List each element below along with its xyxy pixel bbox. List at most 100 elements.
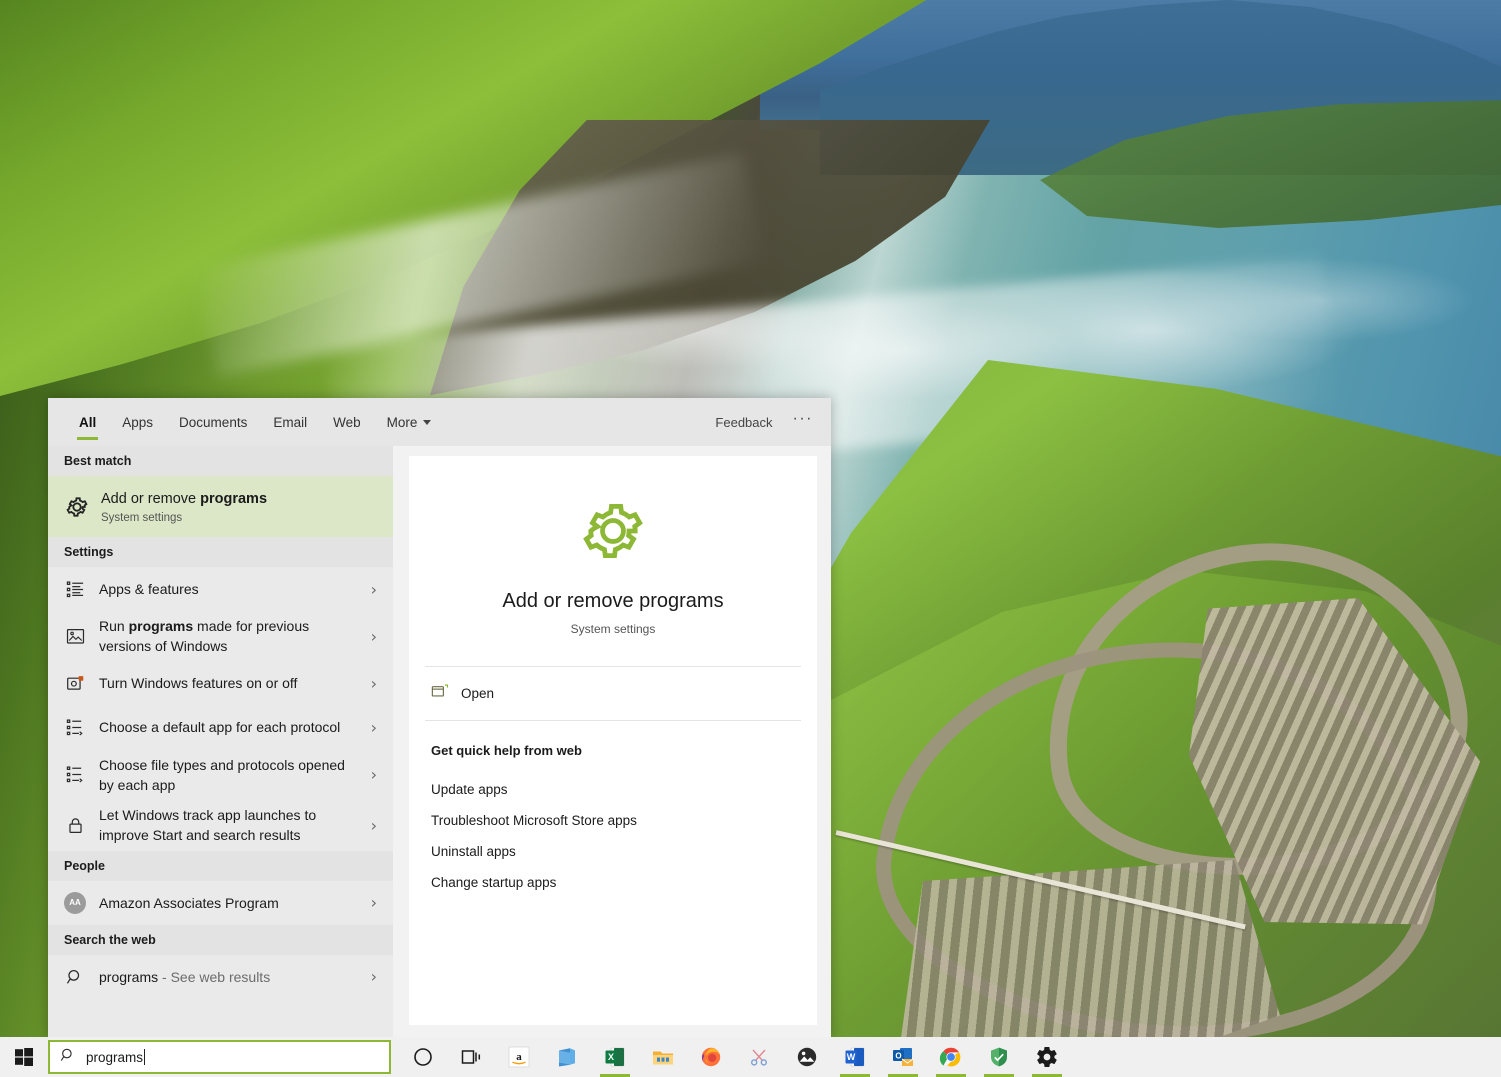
taskbar-item-file-explorer[interactable] bbox=[639, 1037, 687, 1077]
photo-viewer-icon bbox=[797, 1047, 817, 1067]
word-icon: W bbox=[845, 1047, 865, 1067]
chevron-down-icon bbox=[423, 419, 432, 425]
chevron-right-icon: › bbox=[370, 718, 377, 738]
result-settings-run-programs-compatibility[interactable]: Run programs made for previous versions … bbox=[48, 611, 393, 662]
search-results-body: Best match Add or remove programs System… bbox=[48, 446, 831, 1039]
taskbar-item-firefox[interactable] bbox=[687, 1037, 735, 1077]
taskbar-item-photo-viewer[interactable] bbox=[783, 1037, 831, 1077]
outlook-icon: O bbox=[893, 1048, 914, 1066]
result-settings-text: Choose a default app for each protocol bbox=[99, 717, 356, 737]
tab-email-label: Email bbox=[273, 414, 308, 430]
tab-apps[interactable]: Apps bbox=[109, 398, 166, 446]
security-shield-icon bbox=[991, 1047, 1007, 1067]
taskbar-item-task-view[interactable] bbox=[447, 1037, 495, 1077]
taskbar-item-settings[interactable] bbox=[1023, 1037, 1071, 1077]
tab-all[interactable]: All bbox=[66, 398, 109, 446]
excel-icon: X bbox=[605, 1047, 625, 1067]
tab-web-label: Web bbox=[333, 414, 361, 430]
preview-pane: Add or remove programs System settings O… bbox=[393, 446, 831, 1039]
cortana-icon bbox=[414, 1048, 432, 1066]
result-best-match-subtitle: System settings bbox=[101, 511, 183, 524]
taskbar-item-security[interactable] bbox=[975, 1037, 1023, 1077]
result-people-title: Amazon Associates Program bbox=[99, 894, 279, 911]
taskbar-item-snip-sketch[interactable] bbox=[735, 1037, 783, 1077]
header-actions: Feedback ··· bbox=[715, 398, 831, 446]
svg-text:X: X bbox=[608, 1052, 614, 1062]
search-icon bbox=[60, 1047, 76, 1068]
section-header-search-the-web: Search the web bbox=[48, 924, 393, 955]
windows-features-icon bbox=[62, 671, 88, 697]
chrome-icon bbox=[939, 1047, 961, 1067]
result-best-match-title: Add or remove programs bbox=[101, 491, 268, 508]
list-settings-icon bbox=[62, 576, 88, 602]
svg-text:W: W bbox=[847, 1052, 856, 1062]
result-people-amazon-associates-program[interactable]: AA Amazon Associates Program › bbox=[48, 881, 393, 925]
result-settings-title: Turn Windows features on or off bbox=[99, 675, 298, 692]
results-list[interactable]: Best match Add or remove programs System… bbox=[48, 446, 393, 1039]
quick-help-title: Get quick help from web bbox=[431, 743, 582, 758]
store-reader-icon bbox=[559, 1048, 575, 1067]
svg-text:a: a bbox=[516, 1051, 522, 1063]
taskbar-item-excel[interactable]: X bbox=[591, 1037, 639, 1077]
more-options-icon[interactable]: ··· bbox=[793, 410, 813, 434]
result-settings-title: Apps & features bbox=[99, 580, 199, 597]
taskbar-icons: a X W O bbox=[399, 1037, 1071, 1077]
quick-help-link-change-startup-apps[interactable]: Change startup apps bbox=[431, 867, 817, 898]
taskbar-item-reader[interactable] bbox=[543, 1037, 591, 1077]
chevron-right-icon: › bbox=[370, 893, 377, 913]
result-settings-turn-windows-features[interactable]: Turn Windows features on or off › bbox=[48, 662, 393, 706]
tab-web[interactable]: Web bbox=[320, 398, 374, 446]
result-settings-title: Let Windows track app launches to improv… bbox=[99, 807, 317, 844]
taskbar-item-word[interactable]: W bbox=[831, 1037, 879, 1077]
result-settings-text: Run programs made for previous versions … bbox=[99, 616, 356, 657]
preview-title: Add or remove programs bbox=[502, 590, 724, 612]
chevron-right-icon: › bbox=[370, 815, 377, 835]
tab-documents-label: Documents bbox=[179, 414, 248, 430]
file-explorer-icon bbox=[653, 1051, 673, 1065]
compat-window-icon bbox=[62, 623, 88, 649]
task-view-icon bbox=[461, 1050, 481, 1064]
search-input[interactable]: programs bbox=[86, 1049, 146, 1065]
settings-gear-icon bbox=[1037, 1046, 1057, 1067]
result-settings-default-app-protocol[interactable]: Choose a default app for each protocol › bbox=[48, 706, 393, 750]
preview-card: Add or remove programs System settings O… bbox=[409, 456, 817, 1025]
result-settings-file-types-protocols[interactable]: Choose file types and protocols opened b… bbox=[48, 750, 393, 801]
tab-apps-label: Apps bbox=[122, 414, 154, 430]
result-settings-title: Choose a default app for each protocol bbox=[99, 719, 341, 736]
desktop: All Apps Documents Email Web More Feedba… bbox=[0, 0, 1501, 1077]
feedback-button[interactable]: Feedback bbox=[715, 415, 772, 430]
taskbar-item-outlook[interactable]: O bbox=[879, 1037, 927, 1077]
search-icon bbox=[62, 964, 88, 990]
chevron-right-icon: › bbox=[370, 579, 377, 599]
result-settings-text: Choose file types and protocols opened b… bbox=[99, 755, 356, 796]
gear-icon bbox=[583, 503, 643, 559]
taskbar-item-chrome[interactable] bbox=[927, 1037, 975, 1077]
result-settings-track-app-launches[interactable]: Let Windows track app launches to improv… bbox=[48, 800, 393, 851]
tab-all-label: All bbox=[79, 414, 97, 430]
taskbar: programs a X W O bbox=[0, 1037, 1501, 1077]
chevron-right-icon: › bbox=[370, 967, 377, 987]
search-flyout-panel: All Apps Documents Email Web More Feedba… bbox=[48, 398, 831, 1039]
quick-help-link-update-apps[interactable]: Update apps bbox=[431, 774, 817, 805]
open-action-button[interactable]: Open bbox=[409, 667, 817, 720]
result-settings-title: Choose file types and protocols opened b… bbox=[99, 756, 345, 793]
tab-more[interactable]: More bbox=[374, 398, 445, 446]
taskbar-search-box[interactable]: programs bbox=[48, 1040, 391, 1074]
taskbar-item-amazon[interactable]: a bbox=[495, 1037, 543, 1077]
result-best-match-add-or-remove-programs[interactable]: Add or remove programs System settings bbox=[48, 476, 393, 537]
avatar-initials: AA bbox=[64, 891, 86, 914]
start-button[interactable] bbox=[0, 1037, 48, 1077]
taskbar-item-cortana[interactable] bbox=[399, 1037, 447, 1077]
tab-email[interactable]: Email bbox=[260, 398, 320, 446]
open-window-icon bbox=[431, 683, 449, 704]
firefox-icon bbox=[701, 1047, 721, 1067]
text-caret bbox=[144, 1049, 146, 1065]
quick-help-link-troubleshoot-store-apps[interactable]: Troubleshoot Microsoft Store apps bbox=[431, 805, 817, 836]
result-web-text: programs - See web results bbox=[99, 967, 356, 987]
result-settings-apps-and-features[interactable]: Apps & features › bbox=[48, 567, 393, 611]
tab-documents[interactable]: Documents bbox=[166, 398, 260, 446]
lock-icon bbox=[62, 812, 88, 838]
result-web-programs[interactable]: programs - See web results › bbox=[48, 955, 393, 999]
quick-help-link-uninstall-apps[interactable]: Uninstall apps bbox=[431, 836, 817, 867]
section-header-settings: Settings bbox=[48, 537, 393, 567]
